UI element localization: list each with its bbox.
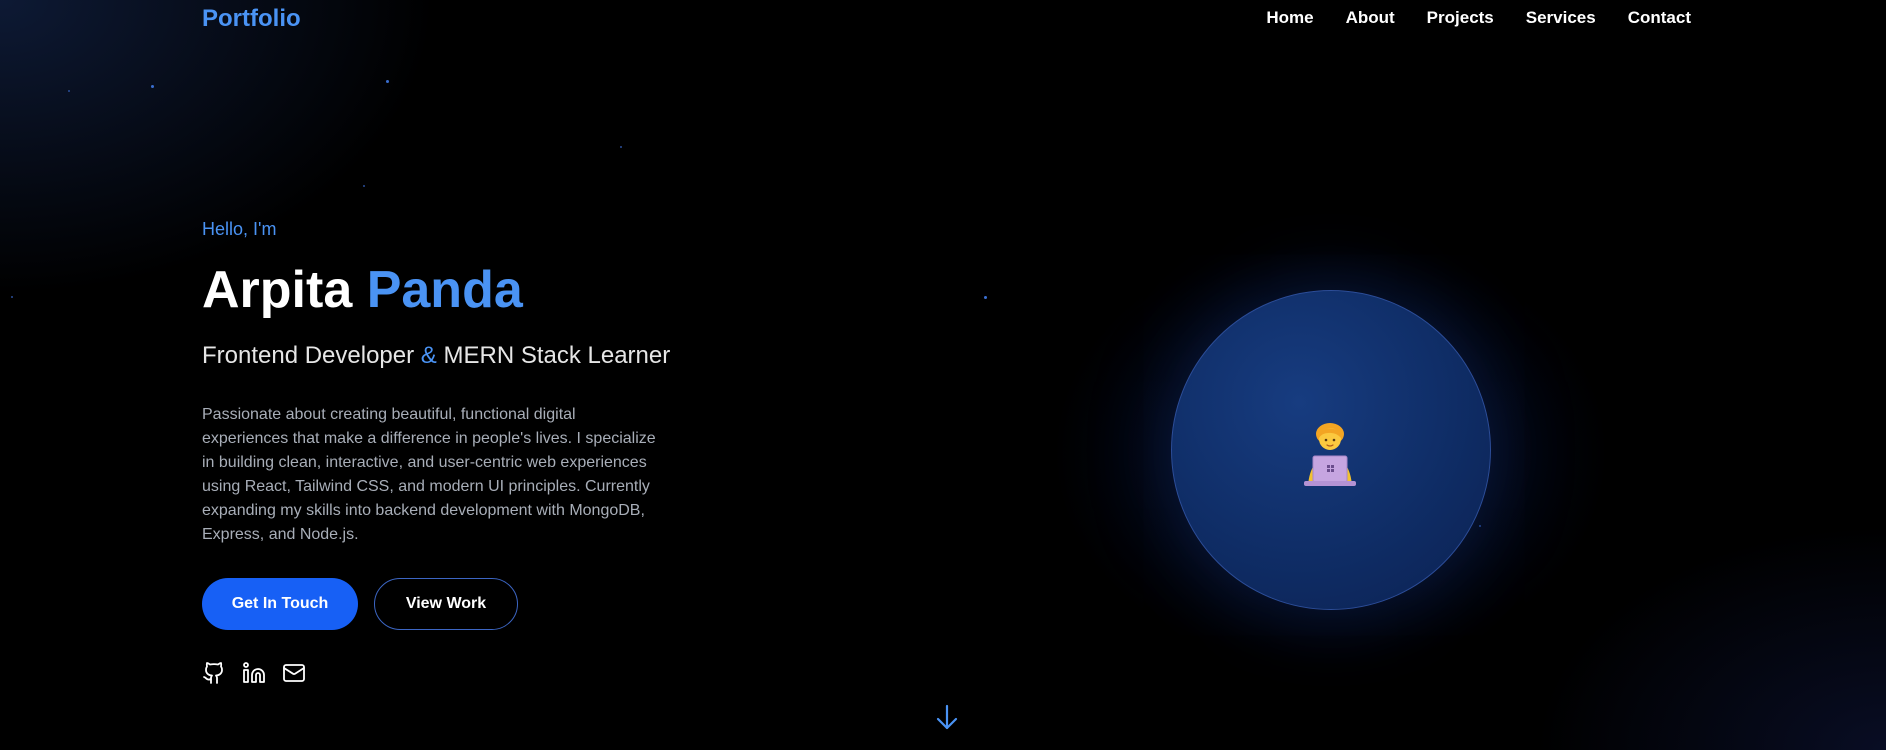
star-decoration [363,185,365,187]
hero-bio: Passionate about creating beautiful, fun… [202,406,656,543]
portfolio-page: Portfolio Home About Projects Services C… [0,0,1886,750]
github-icon[interactable] [202,661,226,685]
nav-link-about[interactable]: About [1346,8,1395,28]
logo-link[interactable]: Portfolio [202,5,301,33]
hero-role-part2: MERN Stack Learner [443,342,671,369]
linkedin-icon[interactable] [242,661,266,685]
social-links [202,661,306,685]
mail-icon[interactable] [282,661,306,685]
hero-name-first: Arpita [202,261,353,319]
nav-link-projects[interactable]: Projects [1427,8,1494,28]
star-decoration [151,85,154,88]
nav-links: Home About Projects Services Contact [1266,8,1691,28]
nav-link-home[interactable]: Home [1266,8,1313,28]
star-decoration [11,296,13,298]
hero-name-last: Panda [366,261,523,319]
person-with-laptop-icon [1298,420,1362,490]
get-in-touch-button[interactable]: Get In Touch [202,578,358,630]
view-work-button[interactable]: View Work [374,578,518,630]
top-navbar: Portfolio Home About Projects Services C… [0,0,1886,40]
star-decoration [68,90,70,92]
star-decoration [620,146,622,148]
hero-greeting: Hello, I'm [202,219,277,239]
nav-link-services[interactable]: Services [1526,8,1596,28]
nav-link-contact[interactable]: Contact [1628,8,1691,28]
hero-name: Arpita Panda [202,260,523,320]
scroll-down-arrow-icon[interactable] [935,703,959,731]
star-decoration [386,80,389,83]
hero-role-part1: Frontend Developer [202,342,415,369]
star-decoration [984,296,987,299]
hero-role: Frontend Developer & MERN Stack Learner [202,342,670,370]
hero-role-ampersand: & [420,342,437,369]
